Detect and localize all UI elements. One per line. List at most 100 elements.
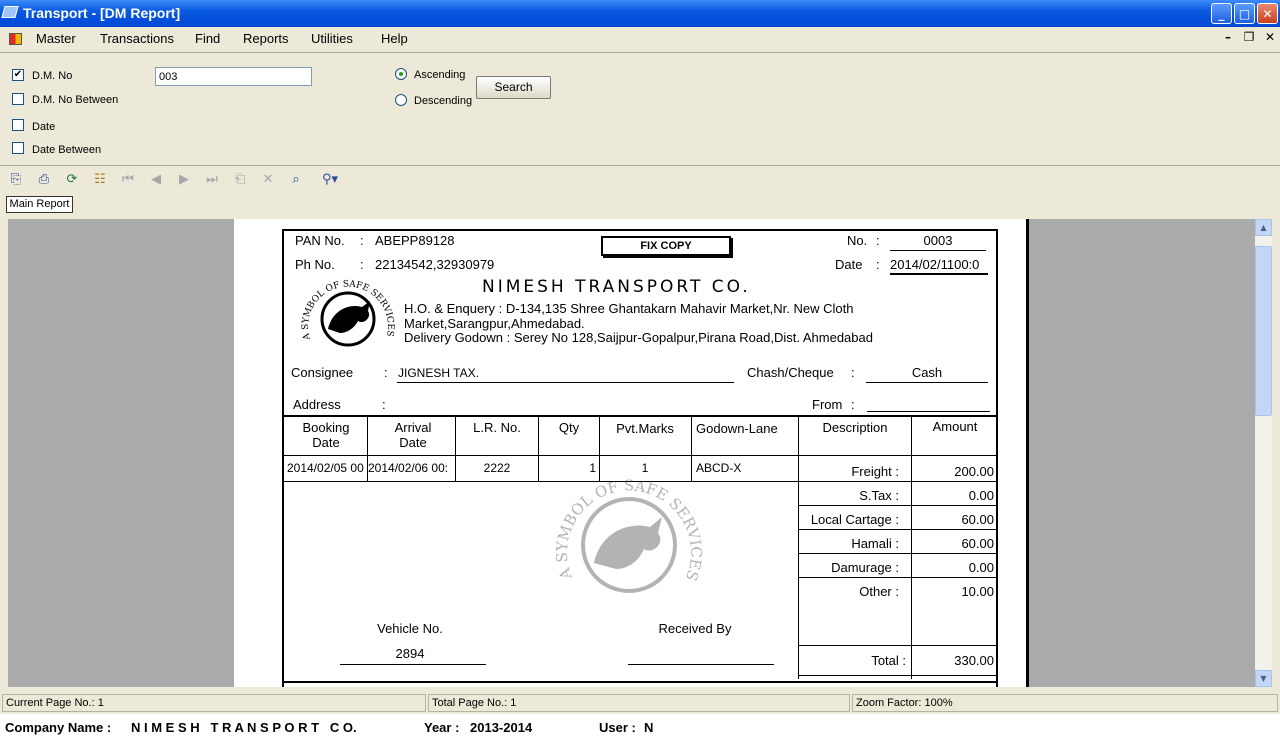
dm-no-between-label: D.M. No Between [32, 94, 119, 106]
total-label: Total : [871, 653, 906, 668]
menu-reports[interactable]: Reports [243, 31, 289, 46]
address-colon: : [382, 397, 386, 412]
menu-divider [0, 52, 1280, 53]
header-qty: Qty [558, 420, 580, 435]
tab-main-report[interactable]: Main Report [6, 196, 73, 213]
date-checkbox[interactable] [12, 119, 24, 131]
report-page: PAN No. : ABEPP89128 Ph No. : 22134542,3… [234, 219, 1029, 687]
consignee-label: Consignee [291, 365, 354, 380]
stop-icon: ✕ [262, 172, 274, 187]
user-label: User : [599, 720, 636, 735]
menu-master[interactable]: Master [36, 31, 76, 46]
charge-freight-label: Freight : [851, 464, 899, 479]
company-name-label: Company Name : [5, 720, 112, 735]
from-colon: : [851, 397, 855, 412]
header-godown-lane: Godown-Lane [696, 421, 778, 436]
menu-transactions[interactable]: Transactions [100, 31, 174, 46]
window-title: Transport - [DM Report] [23, 5, 181, 21]
company-name: NIMESH TRANSPORT CO. [482, 277, 751, 297]
status-zoom-factor: Zoom Factor: 100% [852, 694, 1278, 712]
charge-stax-label: S.Tax : [859, 488, 899, 503]
descending-radio[interactable] [395, 94, 407, 106]
header-amount: Amount [932, 419, 978, 434]
close-button[interactable]: ✕ [1257, 3, 1278, 24]
export-icon[interactable]: ⎘ [8, 172, 24, 188]
vehicle-value: 2894 [395, 646, 425, 661]
search-button[interactable]: Search [476, 76, 551, 99]
row-pvt-marks: 1 [641, 461, 649, 475]
charge-freight-value: 200.00 [954, 464, 994, 479]
refresh-icon[interactable]: ⟳ [64, 172, 80, 188]
dm-no-between-checkbox[interactable] [12, 93, 24, 105]
company-info-bar: Company Name : N I M E S H T R A N S P O… [0, 714, 1280, 742]
charge-local-cartage-value: 60.00 [961, 512, 994, 527]
status-total-page: Total Page No.: 1 [428, 694, 850, 712]
mdi-restore-button[interactable]: ❐ [1242, 30, 1256, 44]
date-value: 2014/02/1100:0 [890, 257, 980, 272]
dm-no-checkbox[interactable]: ✔ [12, 69, 24, 81]
date-between-checkbox[interactable] [12, 142, 24, 154]
menu-utilities[interactable]: Utilities [311, 31, 353, 46]
menu-help[interactable]: Help [381, 31, 408, 46]
scroll-thumb[interactable] [1255, 246, 1272, 416]
address-line-3: Delivery Godown : Serey No 128,Saijpur-G… [404, 330, 873, 345]
header-arrival-date: Arrival Date [394, 420, 432, 450]
search-text-icon[interactable]: ⌕ [288, 172, 304, 188]
header-lr-no: L.R. No. [473, 420, 521, 435]
menu-find[interactable]: Find [195, 31, 220, 46]
charge-hamali-value: 60.00 [961, 536, 994, 551]
dm-no-label: D.M. No [32, 70, 73, 82]
date-label: Date [32, 121, 56, 133]
year-label: Year : [424, 720, 460, 735]
received-by-label: Received By [658, 621, 732, 636]
address-line-2: Market,Sarangpur,Ahmedabad. [404, 316, 585, 331]
row-godown-lane: ABCD-X [696, 461, 742, 475]
charge-hamali-label: Hamali : [851, 536, 899, 551]
address-line-1: H.O. & Enquery : D-134,135 Shree Ghantak… [404, 301, 854, 316]
address-label: Address [293, 397, 341, 412]
header-booking-date: Booking Date [302, 420, 350, 450]
vertical-scrollbar[interactable]: ▲ ▼ [1255, 219, 1272, 687]
charge-damurage-value: 0.00 [968, 560, 994, 575]
no-value: 0003 [923, 233, 953, 248]
mdi-close-button[interactable]: ✕ [1263, 30, 1277, 44]
charge-damurage-label: Damurage : [831, 560, 899, 575]
title-bar: Transport - [DM Report] _ □ ✕ [0, 0, 1280, 27]
scroll-up-arrow[interactable]: ▲ [1255, 219, 1272, 236]
total-value: 330.00 [954, 653, 994, 668]
no-colon: : [876, 233, 880, 248]
charge-local-cartage-label: Local Cartage : [810, 512, 899, 527]
user-value: N [644, 720, 654, 735]
prev-page-icon: ◀ [151, 172, 161, 187]
date-colon: : [876, 257, 880, 272]
minimize-button[interactable]: _ [1211, 3, 1232, 24]
zoom-icon[interactable]: ⚲▾ [316, 172, 344, 188]
charge-stax-value: 0.00 [968, 488, 994, 503]
next-page-icon: ▶ [179, 172, 189, 187]
maximize-button[interactable]: □ [1234, 3, 1255, 24]
menu-bar [0, 27, 1280, 52]
first-page-icon: ⏮ [122, 172, 134, 187]
from-label: From [812, 397, 843, 412]
row-qty: 1 [589, 461, 596, 475]
cash-label: Chash/Cheque [747, 365, 834, 380]
cash-value: Cash [911, 365, 943, 380]
ascending-radio[interactable] [395, 68, 407, 80]
mdi-minimize-button[interactable]: – [1221, 30, 1235, 44]
dm-no-input[interactable] [155, 67, 312, 86]
app-icon [1, 6, 19, 18]
consignee-colon: : [384, 365, 388, 380]
group-tree-icon[interactable]: ☷ [92, 172, 108, 188]
no-label: No. [847, 233, 868, 248]
goto-page-icon: ⎗ [234, 172, 246, 187]
ph-label: Ph No. [295, 257, 335, 272]
scroll-down-arrow[interactable]: ▼ [1255, 670, 1272, 687]
descending-label: Descending [414, 95, 473, 107]
pan-value: ABEPP89128 [375, 233, 455, 248]
report-viewer: PAN No. : ABEPP89128 Ph No. : 22134542,3… [8, 219, 1255, 687]
date-label: Date [835, 257, 863, 272]
cash-colon: : [851, 365, 855, 380]
row-arrival-date: 2014/02/06 00: [368, 461, 449, 475]
header-description: Description [822, 420, 888, 435]
print-icon[interactable]: ⎙ [36, 172, 52, 188]
